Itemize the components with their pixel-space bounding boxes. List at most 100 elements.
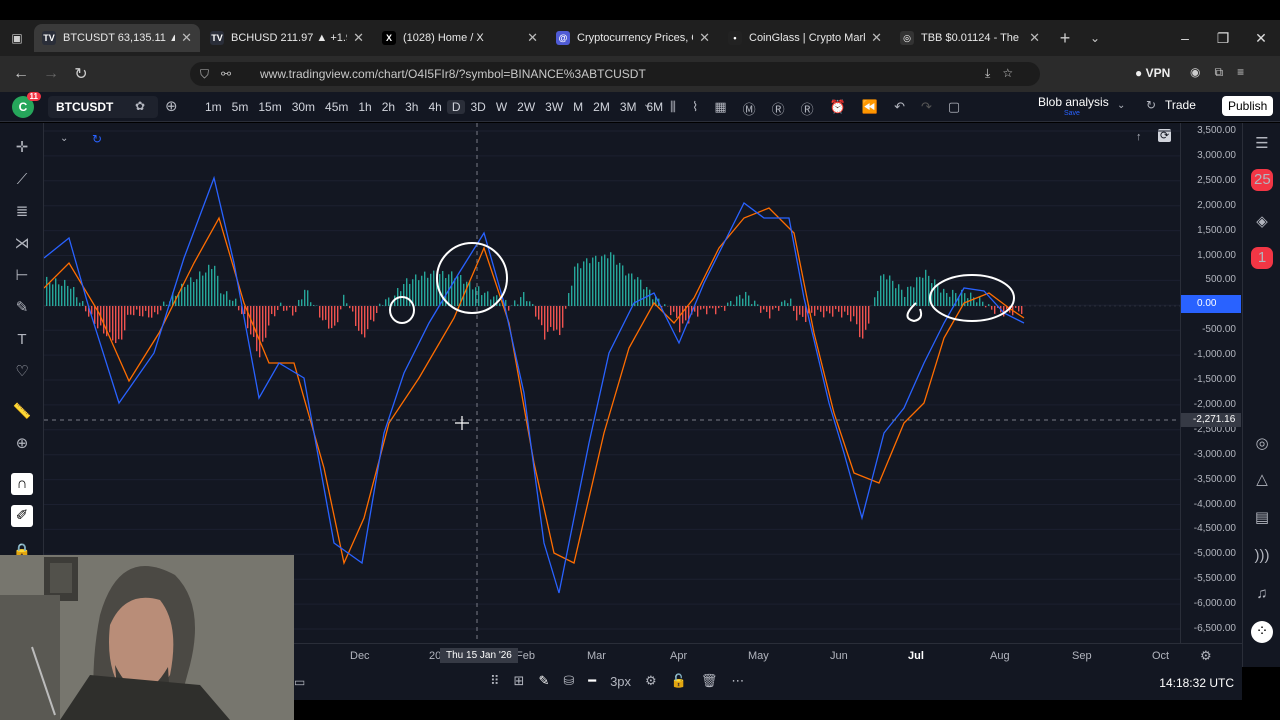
- pattern-icon[interactable]: ⋊: [11, 233, 33, 255]
- tab-close-icon[interactable]: ✕: [527, 30, 538, 46]
- watchlist-icon[interactable]: ☰: [1251, 133, 1273, 155]
- url-field[interactable]: www.tradingview.com/chart/O4I5FIr8/?symb…: [190, 62, 1040, 86]
- ruler-icon[interactable]: 📏: [11, 401, 33, 423]
- alarm-icon[interactable]: ⏰: [830, 99, 846, 118]
- zoom-icon[interactable]: ⊕: [11, 433, 33, 455]
- timeframe-15m[interactable]: 15m: [253, 100, 286, 114]
- timeframe-5m[interactable]: 5m: [227, 100, 254, 114]
- back-arrow-icon[interactable]: ←: [6, 65, 36, 83]
- rewind-icon[interactable]: ⏪: [862, 99, 878, 118]
- timeframe-3W[interactable]: 3W: [540, 100, 568, 114]
- triangle-icon[interactable]: △: [1251, 469, 1273, 491]
- indicators-icon[interactable]: ⌇: [692, 99, 698, 118]
- timeframe-D[interactable]: D: [446, 100, 466, 114]
- candles-icon[interactable]: ⫼: [670, 99, 676, 118]
- measure-icon[interactable]: ⊢: [11, 265, 33, 287]
- tab-actions-icon[interactable]: ▣: [0, 20, 34, 56]
- install-app-icon[interactable]: ⤓: [985, 66, 990, 81]
- settings-flower-icon[interactable]: ✿: [135, 99, 145, 113]
- vpn-badge[interactable]: ● VPN: [1135, 66, 1170, 80]
- timeframe-M[interactable]: M: [568, 100, 588, 114]
- timeframe-4h[interactable]: 4h: [423, 100, 446, 114]
- browser-tab-2[interactable]: X (1028) Home / X ✕: [374, 24, 546, 52]
- drag-handle-icon[interactable]: ⠿: [490, 673, 500, 689]
- timeframe-45m[interactable]: 45m: [320, 100, 353, 114]
- brush-icon[interactable]: ✎: [11, 297, 33, 319]
- extensions-icon[interactable]: ⧉: [1214, 65, 1223, 80]
- axis-settings-gear-icon[interactable]: ⚙: [1200, 648, 1212, 664]
- text-icon[interactable]: T: [11, 329, 33, 351]
- timeframe-1h[interactable]: 1h: [353, 100, 376, 114]
- timeframe-3h[interactable]: 3h: [400, 100, 423, 114]
- broadcast-icon[interactable]: ))): [1251, 545, 1273, 567]
- trash-icon[interactable]: 🗑: [701, 673, 718, 689]
- crosshair-icon[interactable]: ✛: [11, 137, 33, 159]
- tab-close-icon[interactable]: ✕: [871, 30, 882, 46]
- clock[interactable]: 14:18:32 UTC: [1159, 676, 1234, 690]
- time-axis[interactable]: Dec 20 Feb Mar Apr May Jun Jul Aug Sep Oct Thu 15 J…: [294, 643, 1242, 667]
- browser-tab-5[interactable]: ◎ TBB $0.01124 - The Bitcoin ✕: [892, 24, 1048, 52]
- profile-icon[interactable]: ◉: [1190, 65, 1200, 80]
- pen-icon[interactable]: ✎: [538, 673, 549, 689]
- timeframe-W[interactable]: W: [491, 100, 512, 114]
- timeframe-3D[interactable]: 3D: [465, 100, 490, 114]
- alert-m-icon[interactable]: Ⓜ: [743, 99, 756, 118]
- trendline-icon[interactable]: ⟋: [11, 169, 33, 191]
- avatar[interactable]: C 11: [12, 92, 41, 118]
- layout-chevron-down-icon[interactable]: ⌄: [1117, 100, 1125, 111]
- tab-close-icon[interactable]: ✕: [1029, 30, 1040, 46]
- bell-icon[interactable]: ♫: [1251, 583, 1273, 605]
- restore-icon[interactable]: ❐: [1204, 20, 1242, 56]
- tab-list-chevron-down-icon[interactable]: ⌄: [1080, 31, 1110, 45]
- panel-toggle-icon[interactable]: ▭: [294, 675, 305, 689]
- layout-grid-icon[interactable]: ▦: [714, 99, 726, 118]
- compare-plus-icon[interactable]: ⊕: [165, 97, 178, 115]
- template-icon[interactable]: ⊞: [514, 673, 525, 689]
- replay-r-icon[interactable]: Ⓡ: [772, 99, 785, 118]
- timeframe-30m[interactable]: 30m: [287, 100, 320, 114]
- target-icon[interactable]: ◎: [1251, 433, 1273, 455]
- timeframe-3M[interactable]: 3M: [615, 100, 642, 114]
- publish-button[interactable]: Publish: [1222, 96, 1274, 116]
- price-axis[interactable]: 3,500.00 3,000.00 2,500.00 2,000.00 1,500.00…: [1180, 123, 1242, 643]
- tab-close-icon[interactable]: ✕: [181, 30, 192, 46]
- undo-icon[interactable]: ↶: [894, 99, 905, 118]
- lock-icon-bottom[interactable]: 🔓: [671, 673, 687, 689]
- redo-icon[interactable]: ↷: [921, 99, 932, 118]
- new-tab-button[interactable]: +: [1050, 28, 1080, 49]
- bookmark-star-icon[interactable]: ☆: [1002, 66, 1013, 81]
- reload-icon[interactable]: ↻: [66, 64, 96, 84]
- timeframe-2W[interactable]: 2W: [512, 100, 540, 114]
- magnet-icon[interactable]: ∩: [11, 473, 33, 495]
- browser-tab-1[interactable]: TV BCHUSD 211.97 ▲ +1.94% | ✕: [202, 24, 372, 52]
- layers-icon[interactable]: ◈: [1251, 211, 1273, 233]
- timeframe-chevron-down-icon[interactable]: ⌄: [643, 99, 651, 110]
- minimize-icon[interactable]: –: [1166, 20, 1204, 56]
- layout-name[interactable]: Blob analysis Save: [1038, 96, 1109, 119]
- menu-icon[interactable]: ≡: [1237, 65, 1244, 80]
- tab-close-icon[interactable]: ✕: [353, 30, 364, 46]
- browser-tab-3[interactable]: @ Cryptocurrency Prices, Chart ✕: [548, 24, 718, 52]
- fib-icon[interactable]: ≣: [11, 201, 33, 223]
- timeframe-2M[interactable]: 2M: [588, 100, 615, 114]
- heart-icon[interactable]: ♡: [11, 361, 33, 383]
- color-bucket-icon[interactable]: ⛁: [563, 673, 574, 689]
- browser-tab-4[interactable]: • CoinGlass | Crypto Market D ✕: [720, 24, 890, 52]
- close-window-icon[interactable]: ✕: [1242, 20, 1280, 56]
- fullscreen-icon[interactable]: ▢: [948, 99, 960, 118]
- trade-button[interactable]: Trade: [1165, 98, 1196, 112]
- browser-tab-0[interactable]: TV BTCUSDT 63,135.11 ▲ +0.5% ✕: [34, 24, 200, 52]
- lock-draw-icon[interactable]: ✐: [11, 505, 33, 527]
- settings-gear-icon[interactable]: ⚙: [645, 673, 657, 689]
- shield-icon[interactable]: ⛉: [200, 67, 209, 82]
- timeframe-1m[interactable]: 1m: [200, 100, 227, 114]
- timeframe-2h[interactable]: 2h: [377, 100, 400, 114]
- site-settings-icon[interactable]: ⚯: [221, 67, 231, 82]
- more-icon[interactable]: ⋯: [731, 673, 744, 689]
- line-style-icon[interactable]: ━: [588, 673, 596, 689]
- stroke-width-label[interactable]: 3px: [610, 674, 631, 689]
- tab-close-icon[interactable]: ✕: [699, 30, 710, 46]
- replay-r2-icon[interactable]: Ⓡ: [801, 99, 814, 118]
- forward-arrow-icon[interactable]: →: [36, 65, 66, 83]
- calendar-icon[interactable]: ▤: [1251, 507, 1273, 529]
